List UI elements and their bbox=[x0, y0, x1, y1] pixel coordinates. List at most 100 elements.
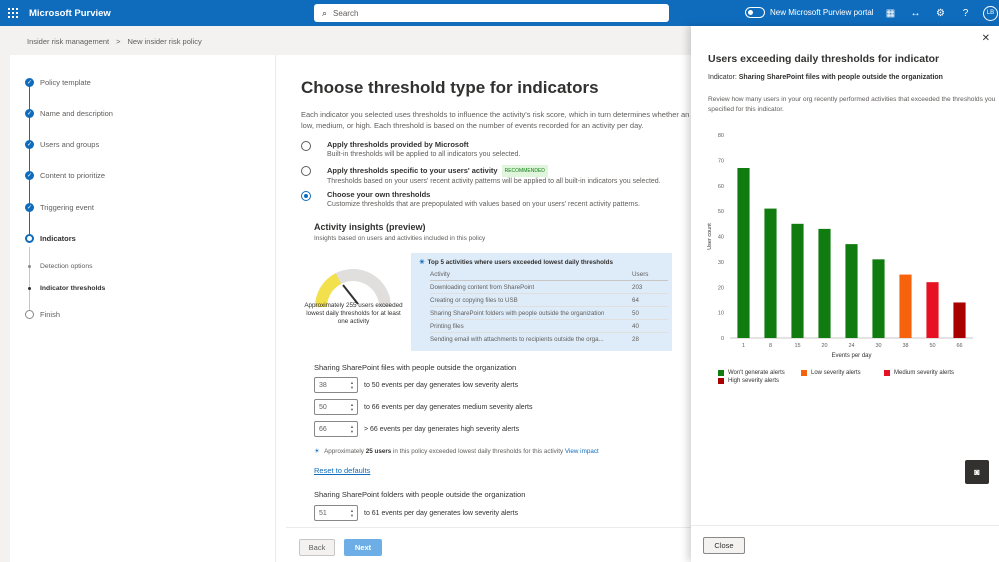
legend-item: High severity alerts bbox=[718, 378, 779, 384]
step-label: Triggering event bbox=[40, 203, 94, 212]
threshold-stepper[interactable]: 50 ▲ ▼ bbox=[314, 399, 358, 415]
step-finish[interactable]: Finish bbox=[25, 310, 60, 319]
legend-swatch bbox=[884, 370, 890, 376]
radio-user-thresholds[interactable]: Apply thresholds specific to your users'… bbox=[301, 165, 661, 187]
radio-button-selected[interactable] bbox=[301, 191, 311, 201]
step-label: Name and description bbox=[40, 109, 113, 118]
check-icon: ✓ bbox=[25, 78, 34, 87]
next-button[interactable]: Next bbox=[344, 539, 382, 556]
page-description: Each indicator you selected uses thresho… bbox=[301, 110, 698, 130]
portal-toggle[interactable]: New Microsoft Purview portal bbox=[745, 7, 874, 18]
search-icon: ⌕ bbox=[322, 7, 328, 18]
gear-icon[interactable]: ⚙ bbox=[928, 8, 953, 19]
y-tick-label: 20 bbox=[718, 285, 724, 291]
breadcrumb-separator: > bbox=[116, 37, 121, 46]
threshold-medium: 50 ▲ ▼ to 66 events per day generates medi… bbox=[314, 399, 532, 415]
x-tick-label: 50 bbox=[929, 343, 935, 349]
substep-detection-options[interactable]: Detection options bbox=[25, 263, 93, 270]
share-icon[interactable]: ↔ bbox=[903, 8, 928, 19]
gauge-caption: Approximately 255 users exceeded lowest … bbox=[304, 302, 403, 325]
step-content-prioritize[interactable]: ✓ Content to prioritize bbox=[25, 171, 105, 180]
x-tick-label: 30 bbox=[875, 343, 881, 349]
step-label: Indicator thresholds bbox=[40, 285, 106, 292]
section-title-folders: Sharing SharePoint folders with people o… bbox=[314, 490, 526, 499]
top-activities-card: ☀ Top 5 activities where users exceeded l… bbox=[411, 253, 672, 351]
search-input[interactable]: ⌕ Search bbox=[314, 4, 669, 22]
top-icons: ▦ ↔ ⚙ ? LB bbox=[878, 0, 998, 26]
threshold-low: 51 ▲ ▼ to 61 events per day generates low … bbox=[314, 505, 518, 521]
y-tick-label: 0 bbox=[721, 336, 724, 342]
stepper-arrows-icon: ▲ ▼ bbox=[350, 402, 354, 412]
threshold-text: to 66 events per day generates medium se… bbox=[364, 403, 533, 411]
wizard-footer: Back Next bbox=[286, 527, 698, 562]
radio-description: Customize thresholds that are prepopulat… bbox=[327, 201, 641, 208]
x-tick-label: 38 bbox=[902, 343, 908, 349]
threshold-stepper[interactable]: 38 ▲ ▼ bbox=[314, 377, 358, 393]
radio-own-thresholds[interactable]: Choose your own thresholds Customize thr… bbox=[301, 190, 640, 210]
legend-item: Won't generate alerts bbox=[718, 370, 785, 376]
recommended-badge: RECOMMENDED bbox=[501, 165, 548, 177]
app-title[interactable]: Microsoft Purview bbox=[29, 8, 111, 19]
close-button[interactable]: Close bbox=[703, 537, 745, 554]
reset-defaults-link[interactable]: Reset to defaults bbox=[314, 466, 370, 475]
radio-title: Apply thresholds specific to your users'… bbox=[327, 165, 498, 175]
panel-footer: Close bbox=[691, 525, 999, 562]
breadcrumb-item[interactable]: Insider risk management bbox=[27, 37, 109, 46]
lightbulb-icon: ☀ bbox=[314, 448, 320, 455]
help-icon[interactable]: ? bbox=[953, 8, 978, 19]
bar bbox=[764, 208, 777, 338]
step-name-description[interactable]: ✓ Name and description bbox=[25, 109, 113, 118]
step-label: Indicators bbox=[40, 234, 76, 243]
step-indicators[interactable]: Indicators bbox=[25, 234, 76, 243]
bar bbox=[899, 274, 912, 338]
feedback-icon[interactable]: ◙ bbox=[965, 460, 989, 484]
legend-swatch bbox=[718, 370, 724, 376]
toggle-switch[interactable] bbox=[745, 7, 765, 18]
y-tick-label: 30 bbox=[718, 260, 724, 266]
lightbulb-icon: ☀ bbox=[419, 259, 425, 266]
side-panel: ✕ Users exceeding daily thresholds for i… bbox=[691, 26, 999, 562]
top-activities-header: Activity Users bbox=[430, 271, 668, 281]
threshold-bar-chart: 0 10 20 30 40 50 60 70 80 User count 1 8 15 20 24 30 38 5… bbox=[707, 133, 973, 359]
substep-dot-icon bbox=[28, 287, 31, 290]
check-icon: ✓ bbox=[25, 203, 34, 212]
back-button[interactable]: Back bbox=[299, 539, 335, 556]
stepper-arrows-icon: ▲ ▼ bbox=[350, 508, 354, 518]
table-row: Downloading content from SharePoint 203 bbox=[430, 284, 668, 294]
top-activities-title: ☀ Top 5 activities where users exceeded l… bbox=[419, 259, 614, 266]
pending-step-icon bbox=[25, 310, 34, 319]
x-tick-label: 66 bbox=[956, 343, 962, 349]
chart-icon[interactable]: ▦ bbox=[878, 8, 903, 19]
page-title: Choose threshold type for indicators bbox=[301, 78, 599, 97]
avatar[interactable]: LB bbox=[983, 5, 998, 21]
step-policy-template[interactable]: ✓ Policy template bbox=[25, 78, 91, 87]
substep-indicator-thresholds[interactable]: Indicator thresholds bbox=[25, 285, 105, 292]
step-triggering-event[interactable]: ✓ Triggering event bbox=[25, 203, 94, 212]
view-impact-link[interactable]: View impact bbox=[565, 448, 599, 455]
radio-button[interactable] bbox=[301, 141, 311, 151]
threshold-low: 38 ▲ ▼ to 50 events per day generates low … bbox=[314, 377, 518, 393]
main-content: Choose threshold type for indicators Eac… bbox=[301, 55, 698, 562]
wizard-card: ✓ Policy template ✓ Name and description… bbox=[10, 55, 698, 562]
radio-description: Thresholds based on your users' recent a… bbox=[327, 178, 661, 185]
threshold-stepper[interactable]: 66 ▲ ▼ bbox=[314, 421, 358, 437]
legend-item: Medium severity alerts bbox=[884, 370, 954, 376]
radio-microsoft-thresholds[interactable]: Apply thresholds provided by Microsoft B… bbox=[301, 140, 520, 160]
threshold-stepper[interactable]: 51 ▲ ▼ bbox=[314, 505, 358, 521]
waffle-icon[interactable] bbox=[0, 0, 26, 26]
col-activity: Activity bbox=[430, 271, 450, 278]
radio-button[interactable] bbox=[301, 166, 311, 176]
x-tick-label: 24 bbox=[848, 343, 854, 349]
radio-title: Choose your own thresholds bbox=[327, 190, 431, 199]
current-step-icon bbox=[25, 234, 34, 243]
breadcrumb-item[interactable]: New insider risk policy bbox=[128, 37, 202, 46]
radio-title: Apply thresholds provided by Microsoft bbox=[327, 140, 469, 149]
close-icon[interactable]: ✕ bbox=[982, 33, 990, 44]
bar bbox=[791, 223, 804, 338]
y-tick-label: 60 bbox=[718, 184, 724, 190]
threshold-text: > 66 events per day generates high sever… bbox=[364, 425, 520, 433]
panel-indicator: Indicator: Sharing SharePoint files with… bbox=[708, 74, 943, 81]
top-bar: Microsoft Purview ⌕ Search New Microsoft… bbox=[0, 0, 999, 26]
x-axis-label: Events per day bbox=[831, 353, 871, 359]
step-users-groups[interactable]: ✓ Users and groups bbox=[25, 140, 99, 149]
